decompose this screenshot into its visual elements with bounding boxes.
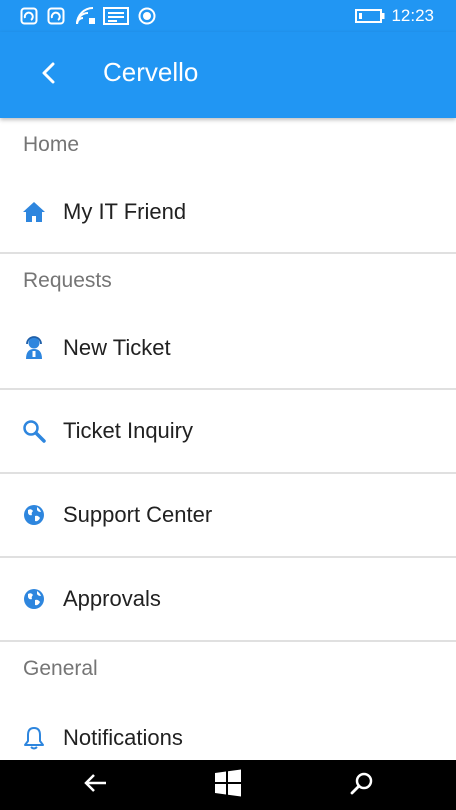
menu-item-approvals[interactable]: Approvals [0,558,456,642]
search-icon [350,771,374,800]
page-title: Cervello [103,57,199,87]
globe-icon [22,503,46,527]
system-nav-bar [0,760,456,810]
status-bar: 12:23 [0,0,456,32]
chevron-left-icon [41,62,55,89]
menu-item-label: My IT Friend [63,199,187,224]
app-bar: Cervello [0,32,456,118]
menu-item-new-ticket[interactable]: New Ticket [0,308,456,390]
sync-icon [20,6,38,26]
section-header-requests: Requests [23,269,112,292]
section-header-home: Home [23,133,80,156]
menu-item-label: Notifications [63,725,183,750]
navigation-menu: Home My IT Friend Requests New Ticket Ti… [0,118,456,780]
menu-item-label: Approvals [63,586,161,611]
windows-icon [214,769,242,802]
sync-icon [47,6,65,26]
bell-icon [22,726,46,750]
system-search-button[interactable] [322,760,402,810]
wifi-icon [75,6,97,26]
home-icon [22,200,46,224]
menu-item-label: New Ticket [63,335,171,360]
record-icon [138,6,156,26]
system-start-button[interactable] [188,760,268,810]
section-header-general: General [23,657,98,680]
menu-item-label: Ticket Inquiry [63,418,194,443]
globe-icon [22,587,46,611]
agent-icon [22,336,46,360]
menu-item-my-it-friend[interactable]: My IT Friend [0,172,456,254]
system-back-button[interactable] [56,760,136,810]
clock: 12:23 [391,6,434,25]
menu-item-ticket-inquiry[interactable]: Ticket Inquiry [0,390,456,474]
battery-icon [355,6,385,26]
back-arrow-icon [84,773,108,798]
back-button[interactable] [30,57,66,93]
search-icon [22,419,46,443]
menu-item-support-center[interactable]: Support Center [0,474,456,558]
message-icon [103,6,129,26]
menu-item-label: Support Center [63,502,213,527]
